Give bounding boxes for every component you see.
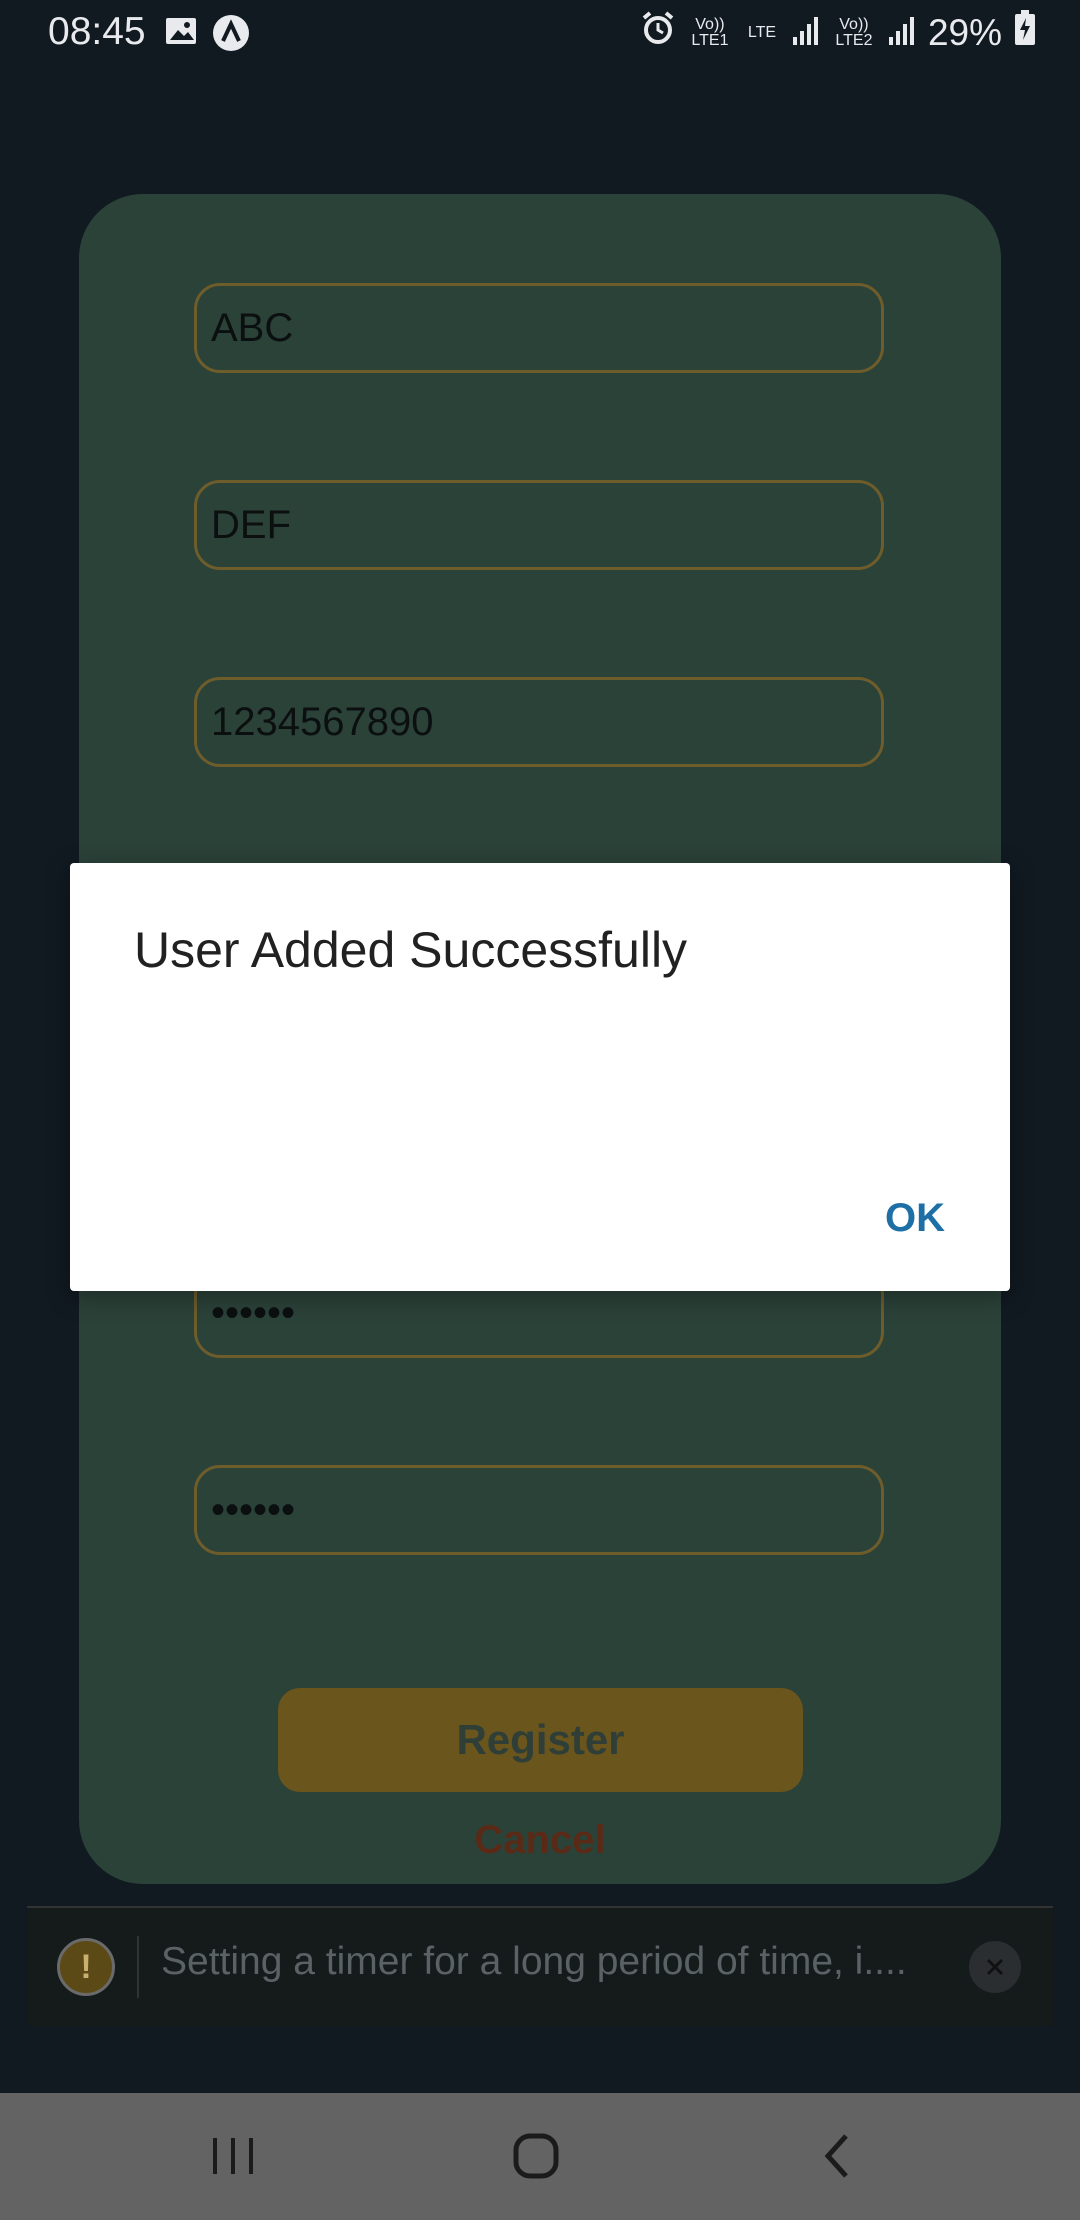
warning-icon: !	[57, 1938, 115, 1996]
toast-message[interactable]: Setting a timer for a long period of tim…	[161, 1940, 971, 1984]
sim2-label: Vo)) LTE2	[835, 15, 873, 49]
dialog-title: User Added Successfully	[134, 922, 688, 978]
warning-toast[interactable]: ! Setting a timer for a long period of t…	[27, 1906, 1053, 2026]
sim1-label: Vo)) LTE1	[691, 15, 729, 49]
last-name-input[interactable]: DEF	[194, 480, 884, 570]
first-name-input[interactable]: ABC	[194, 283, 884, 373]
image-icon	[164, 14, 198, 57]
alarm-icon	[640, 10, 676, 55]
navigation-bar	[0, 2093, 1080, 2220]
signal-icon	[792, 12, 820, 54]
status-bar: 08:45 Vo)) LTE1 LTE Vo)) LTE2 29%	[0, 0, 1080, 68]
battery-percent: 29%	[927, 11, 1002, 53]
back-icon[interactable]	[798, 2123, 878, 2189]
toast-divider	[137, 1936, 139, 1998]
status-time: 08:45	[48, 10, 146, 53]
signal-icon	[888, 12, 916, 54]
battery-charging-icon	[1014, 10, 1036, 55]
close-icon[interactable]	[969, 1941, 1021, 1993]
register-button[interactable]: Register	[278, 1688, 803, 1792]
recent-apps-icon[interactable]	[193, 2123, 273, 2189]
cancel-button[interactable]: Cancel	[0, 1818, 1080, 1863]
confirm-password-input[interactable]: ••••••	[194, 1465, 884, 1555]
home-icon[interactable]	[496, 2123, 576, 2189]
app-logo-icon	[212, 14, 250, 57]
phone-input[interactable]: 1234567890	[194, 677, 884, 767]
ok-button[interactable]: OK	[860, 1183, 970, 1253]
success-dialog: User Added Successfully OK	[70, 863, 1010, 1291]
lte-label: LTE	[747, 23, 777, 41]
